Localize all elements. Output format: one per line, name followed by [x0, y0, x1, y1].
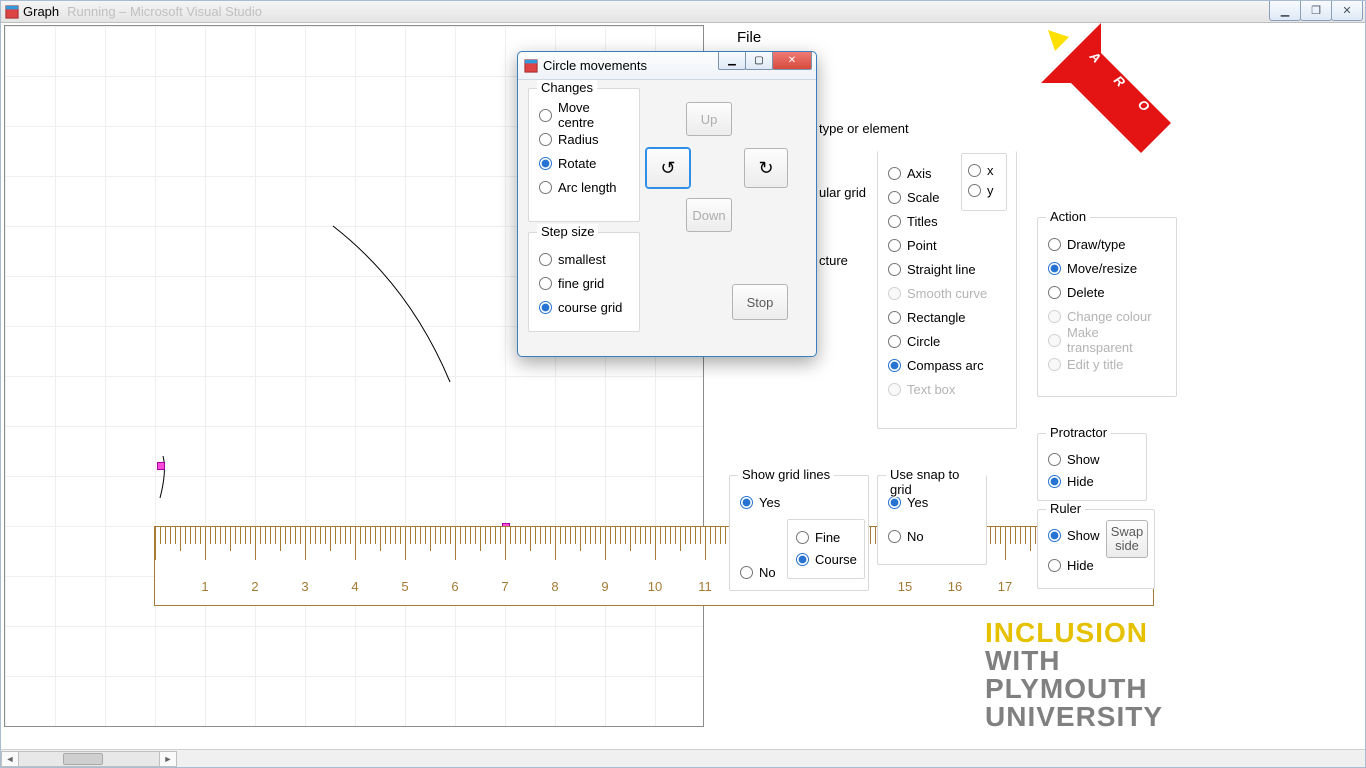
changes-label: Changes [537, 80, 597, 95]
radio-line[interactable]: Straight line [888, 257, 1006, 281]
radio-textbox: Text box [888, 377, 1006, 401]
dialog-titlebar[interactable]: Circle movements ▁ ▢ ✕ [518, 52, 816, 80]
scroll-track[interactable] [19, 751, 159, 767]
radio-circle[interactable]: Circle [888, 329, 1006, 353]
ruler-number: 4 [351, 579, 358, 594]
app-icon [5, 5, 19, 19]
dialog-icon [524, 59, 538, 73]
window-controls: ▁ ❐ ✕ [1270, 1, 1363, 21]
radio-course-grid[interactable]: course grid [539, 295, 629, 319]
scroll-right-button[interactable]: ► [159, 751, 177, 767]
ruler[interactable]: 1 2 3 4 5 6 7 8 9 10 11 15 16 17 [154, 526, 1154, 606]
radio-rotate[interactable]: Rotate [539, 151, 629, 175]
ruler-number: 8 [551, 579, 558, 594]
step-label: Step size [537, 224, 598, 239]
svg-text:O: O [1135, 97, 1153, 115]
ruler-group: Ruler Show Hide Swap side [1037, 509, 1155, 589]
radio-grid-yes[interactable]: Yes [740, 490, 858, 514]
ruler-number: 15 [898, 579, 912, 594]
rotate-ccw-button[interactable]: ↺ [646, 148, 690, 188]
ruler-number: 1 [201, 579, 208, 594]
aro-logo: A R O [1041, 23, 1181, 163]
partial-label: ular grid [819, 185, 866, 200]
ruler-ticks [155, 527, 1153, 567]
dialog-close-button[interactable]: ✕ [772, 52, 812, 70]
grid-detail-group: Fine Course [787, 519, 865, 579]
step-size-group: Step size smallest fine grid course grid [528, 232, 640, 332]
radio-smallest[interactable]: smallest [539, 247, 629, 271]
svg-text:R: R [1111, 73, 1129, 91]
radio-point[interactable]: Point [888, 233, 1006, 257]
radio-fine-grid[interactable]: fine grid [539, 271, 629, 295]
ruler-number: 10 [648, 579, 662, 594]
radio-smooth: Smooth curve [888, 281, 1006, 305]
radio-draw[interactable]: Draw/type [1048, 232, 1166, 256]
radio-grid-fine[interactable]: Fine [796, 526, 856, 548]
radio-rect[interactable]: Rectangle [888, 305, 1006, 329]
main-window: Graph Running – Microsoft Visual Studio … [0, 0, 1366, 768]
radio-grid-course[interactable]: Course [796, 548, 856, 570]
xy-group: x y [961, 153, 1007, 211]
radio-move-centre[interactable]: Move centre [539, 103, 629, 127]
changes-group: Changes Move centre Radius Rotate Arc le… [528, 88, 640, 222]
scroll-left-button[interactable]: ◄ [1, 751, 19, 767]
radio-edit-title: Edit y title [1048, 352, 1166, 376]
radio-x[interactable]: x [968, 160, 1000, 180]
partial-label: cture [819, 253, 848, 268]
radio-snap-no[interactable]: No [888, 524, 976, 548]
ruler-number: 2 [251, 579, 258, 594]
horizontal-scrollbar[interactable]: ◄ ► [1, 749, 1365, 767]
scroll-thumb[interactable] [63, 753, 103, 765]
ruler-number: 9 [601, 579, 608, 594]
window-title-ghost: Running – Microsoft Visual Studio [67, 4, 262, 19]
inclusion-logo: INCLUSION WITH PLYMOUTH UNIVERSITY [985, 619, 1163, 731]
ruler-number: 11 [698, 579, 712, 594]
partial-label: type or element [819, 121, 909, 136]
ruler-number: 6 [451, 579, 458, 594]
ruler-number: 5 [401, 579, 408, 594]
protractor-label: Protractor [1046, 425, 1111, 440]
window-title: Graph [23, 4, 59, 19]
dialog-controls: ▁ ▢ ✕ [719, 52, 812, 70]
circle-movements-dialog[interactable]: Circle movements ▁ ▢ ✕ Changes Move cent… [517, 51, 817, 357]
up-button[interactable]: Up [686, 102, 732, 136]
radio-y[interactable]: y [968, 180, 1000, 200]
radio-radius[interactable]: Radius [539, 127, 629, 151]
radio-arc-length[interactable]: Arc length [539, 175, 629, 199]
svg-text:A: A [1086, 48, 1104, 66]
dialog-maximize-button[interactable]: ▢ [745, 52, 773, 70]
radio-prot-show[interactable]: Show [1048, 448, 1136, 470]
ruler-number: 17 [998, 579, 1012, 594]
snap-label: Use snap to grid [886, 467, 986, 497]
ruler-number: 3 [301, 579, 308, 594]
radio-arc[interactable]: Compass arc [888, 353, 1006, 377]
radio-titles[interactable]: Titles [888, 209, 1006, 233]
snap-group: Use snap to grid Yes No [877, 475, 987, 565]
dialog-body: Changes Move centre Radius Rotate Arc le… [528, 88, 806, 346]
protractor-group: Protractor Show Hide [1037, 433, 1147, 501]
dialog-title: Circle movements [543, 58, 647, 73]
ruler-number: 16 [948, 579, 962, 594]
drag-handle[interactable] [157, 462, 165, 470]
radio-move[interactable]: Move/resize [1048, 256, 1166, 280]
restore-button[interactable]: ❐ [1300, 1, 1332, 21]
ruler-label: Ruler [1046, 501, 1085, 516]
titlebar[interactable]: Graph Running – Microsoft Visual Studio [1, 1, 1365, 23]
action-group: Action Draw/type Move/resize Delete Chan… [1037, 217, 1177, 397]
minimize-button[interactable]: ▁ [1269, 1, 1301, 21]
gridlines-label: Show grid lines [738, 467, 834, 482]
swap-side-button[interactable]: Swap side [1106, 520, 1148, 558]
rotate-cw-button[interactable]: ↻ [744, 148, 788, 188]
radio-prot-hide[interactable]: Hide [1048, 470, 1136, 492]
stop-button[interactable]: Stop [732, 284, 788, 320]
ruler-number: 7 [501, 579, 508, 594]
close-button[interactable]: ✕ [1331, 1, 1363, 21]
dialog-minimize-button[interactable]: ▁ [718, 52, 746, 70]
radio-transparent: Make transparent [1048, 328, 1166, 352]
down-button[interactable]: Down [686, 198, 732, 232]
radio-delete[interactable]: Delete [1048, 280, 1166, 304]
menu-file[interactable]: File [737, 29, 761, 46]
action-label: Action [1046, 209, 1090, 224]
